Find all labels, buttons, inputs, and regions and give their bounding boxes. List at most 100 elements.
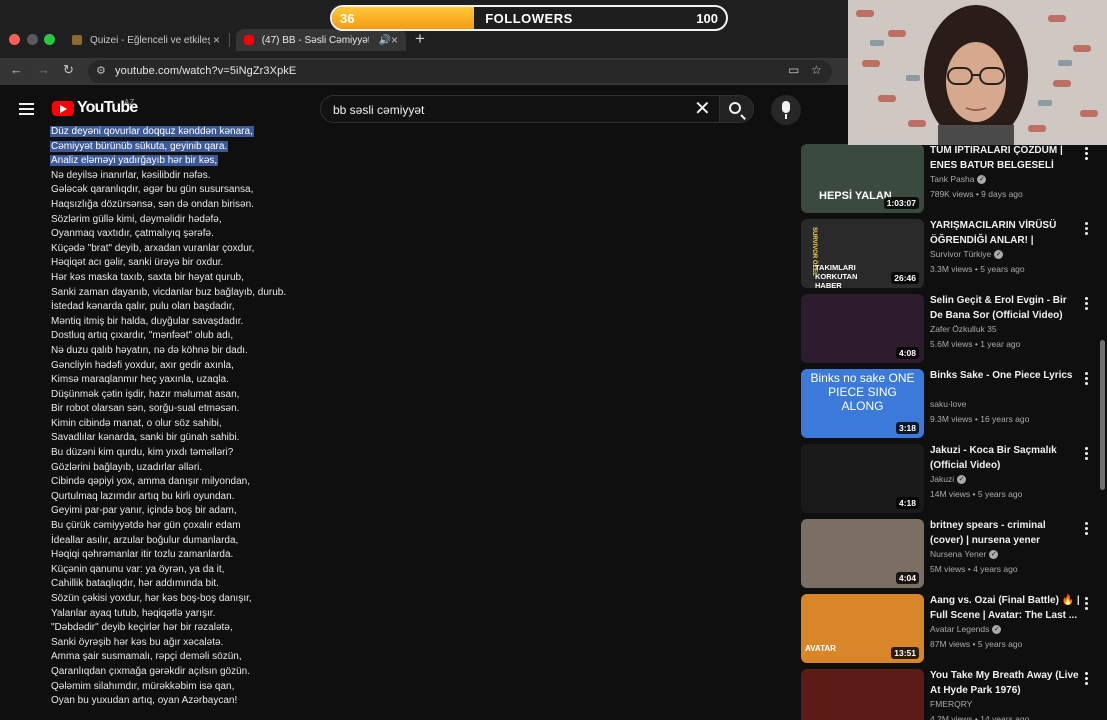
channel-name[interactable]: Survivor Türkiye: [930, 249, 991, 259]
youtube-logo-icon[interactable]: [52, 101, 74, 116]
back-arrow-icon[interactable]: ←: [10, 62, 23, 77]
channel-name-row[interactable]: Jakuzi ✓: [930, 474, 967, 485]
channel-name[interactable]: saku·love: [930, 399, 966, 409]
site-info-icon[interactable]: ⚙: [96, 64, 106, 77]
recommended-video[interactable]: HEPSİ YALAN 1:03:07 TÜM IPTIRALARI ÇÖZDÜM …: [801, 144, 1101, 219]
youtube-favicon-icon: [244, 35, 254, 45]
lyrics-line: Gəncliyin hədəfi yoxdur, axır gedir axın…: [50, 359, 380, 374]
cast-icon[interactable]: ▭: [788, 63, 799, 77]
recommended-video[interactable]: You Take My Breath Away (Live At Hyde Pa…: [801, 669, 1101, 720]
recommendations-list: HEPSİ YALAN 1:03:07 TÜM IPTIRALARI ÇÖZDÜM …: [801, 144, 1101, 720]
lyrics-line-text: Sözlərim güllə kimi, dəyməlidir hədəfə,: [51, 213, 222, 225]
video-duration: 3:18: [895, 422, 919, 434]
channel-name[interactable]: Nursena Yener: [930, 549, 986, 559]
video-duration: 13:51: [891, 647, 919, 659]
channel-name[interactable]: Zafer Özkulluk 35: [930, 324, 997, 334]
recommended-video[interactable]: 4:08 Selin Geçit & Erol Evgin - Bir De Ba…: [801, 294, 1101, 369]
lyrics-line-text: Hər kəs maska taxıb, saxta bir həyat qur…: [51, 271, 244, 283]
video-thumbnail[interactable]: AVATAR 13:51: [801, 594, 924, 663]
channel-name-row[interactable]: saku·love: [930, 399, 966, 409]
channel-name-row[interactable]: Tank Pasha ✓: [930, 174, 987, 185]
audio-playing-icon[interactable]: 🔊: [379, 35, 391, 46]
voice-search-mic-icon[interactable]: [771, 95, 801, 125]
search-button[interactable]: [720, 95, 754, 123]
lyrics-line-text: Savadlılar kənarda, sanki bir günah sahi…: [51, 432, 240, 444]
search-input[interactable]: bb səsli cəmiyyət ✕: [320, 95, 720, 123]
recommended-video[interactable]: 4:04 britney spears - criminal (cover) | …: [801, 519, 1101, 594]
more-options-icon[interactable]: [1085, 447, 1089, 462]
more-options-icon[interactable]: [1085, 297, 1089, 312]
channel-name-row[interactable]: Avatar Legends ✓: [930, 624, 1002, 635]
lyrics-line: Məntiq itmiş bir halda, duyğular savaşda…: [50, 315, 380, 330]
channel-name-row[interactable]: Survivor Türkiye ✓: [930, 249, 1004, 260]
channel-name[interactable]: FMERQRY: [930, 699, 972, 709]
video-title[interactable]: You Take My Breath Away (Live At Hyde Pa…: [930, 669, 1080, 698]
video-title[interactable]: TÜM IPTIRALARI ÇÖZDÜM | ENES BATUR BELGE…: [930, 144, 1080, 173]
channel-name[interactable]: Avatar Legends: [930, 624, 989, 634]
video-thumbnail[interactable]: Binks no sake ONE PIECE SING ALONG 3:18: [801, 369, 924, 438]
video-meta: 4.2M views • 14 years ago: [930, 714, 1030, 720]
lyrics-line-text: Kimsə maraqlanmır heç yaxınla, uzaqla.: [51, 374, 229, 386]
video-title[interactable]: britney spears - criminal (cover) | nurs…: [930, 519, 1080, 548]
video-thumbnail[interactable]: [801, 669, 924, 720]
reload-icon[interactable]: ↻: [63, 62, 74, 78]
recommended-video[interactable]: SURVIVOR ÖZEL TAKIMLARI KORKUTAN HABER 26:…: [801, 219, 1101, 294]
channel-name[interactable]: Jakuzi: [930, 474, 954, 484]
address-bar[interactable]: ⚙ youtube.com/watch?v=5iNgZr3XpkE ▭ ☆: [88, 60, 832, 83]
scrollbar-thumb[interactable]: [1100, 340, 1105, 490]
lyrics-line-text: Geyimi par-par yanır, içində boş bir ada…: [51, 505, 237, 517]
browser-tab-quizei[interactable]: Quizei - Eğlenceli ve etkileşim ×: [66, 29, 226, 51]
window-minimize-button[interactable]: [27, 34, 38, 45]
webcam-feed-image: [848, 0, 1107, 145]
channel-name-row[interactable]: Nursena Yener ✓: [930, 549, 999, 560]
more-options-icon[interactable]: [1085, 672, 1089, 687]
channel-name[interactable]: Tank Pasha: [930, 174, 974, 184]
lyrics-line: Bu düzəni kim qurdu, kim yıxdı təməlləri…: [50, 446, 380, 461]
channel-name-row[interactable]: Zafer Özkulluk 35: [930, 324, 997, 334]
recommended-video[interactable]: 4:18 Jakuzi - Koca Bir Saçmalık (Official…: [801, 444, 1101, 519]
lyrics-line-text: Oyanmaq vaxtıdır, çatmalıyıq şərəfə.: [51, 228, 214, 240]
channel-name-row[interactable]: FMERQRY: [930, 699, 972, 709]
tab-close-icon[interactable]: ×: [213, 33, 220, 47]
video-thumbnail[interactable]: HEPSİ YALAN 1:03:07: [801, 144, 924, 213]
lyrics-line: Oyan bu yuxudan artıq, oyan Azərbaycan!: [50, 694, 380, 709]
video-thumbnail[interactable]: 4:04: [801, 519, 924, 588]
bookmark-star-icon[interactable]: ☆: [811, 63, 822, 77]
video-title[interactable]: Aang vs. Ozai (Final Battle) 🔥 | Full Sc…: [930, 594, 1080, 623]
more-options-icon[interactable]: [1085, 597, 1089, 612]
recommended-video[interactable]: Binks no sake ONE PIECE SING ALONG 3:18 Bi…: [801, 369, 1101, 444]
tab-close-icon[interactable]: ×: [391, 33, 398, 47]
video-title[interactable]: Binks Sake - One Piece Lyrics: [930, 369, 1080, 384]
more-options-icon[interactable]: [1085, 372, 1089, 387]
url-text[interactable]: youtube.com/watch?v=5iNgZr3XpkE: [115, 65, 296, 77]
video-thumbnail[interactable]: SURVIVOR ÖZEL TAKIMLARI KORKUTAN HABER 26:…: [801, 219, 924, 288]
recommended-video[interactable]: AVATAR 13:51 Aang vs. Ozai (Final Battle) …: [801, 594, 1101, 669]
verified-check-icon: ✓: [994, 250, 1004, 260]
lyrics-line-text: Gəncliyin hədəfi yoxdur, axır gedir axın…: [51, 359, 234, 371]
video-title[interactable]: Jakuzi - Koca Bir Saçmalık (Official Vid…: [930, 444, 1080, 473]
lyrics-line: "Dəbdədir" deyib keçirlər hər bir rəzalə…: [50, 621, 380, 636]
followers-goal: 100: [696, 11, 718, 26]
quizei-favicon-icon: [72, 35, 82, 45]
window-maximize-button[interactable]: [44, 34, 55, 45]
clear-search-icon[interactable]: ✕: [694, 97, 711, 121]
lyrics-line-text: Kimin cibində manat, o olur söz sahibi,: [51, 417, 222, 429]
window-close-button[interactable]: [9, 34, 20, 45]
video-thumbnail[interactable]: 4:18: [801, 444, 924, 513]
lyrics-line: Amma şair susmamalı, rəpçi deməli sözün,: [50, 650, 380, 665]
video-thumbnail[interactable]: 4:08: [801, 294, 924, 363]
new-tab-button[interactable]: +: [415, 29, 425, 49]
more-options-icon[interactable]: [1085, 222, 1089, 237]
lyrics-line: Gələcək qaranlıqdır, əgər bu gün susursa…: [50, 183, 380, 198]
lyrics-line: Nə duzu qalıb həyatın, nə də köhnə bir d…: [50, 344, 380, 359]
video-title[interactable]: Selin Geçit & Erol Evgin - Bir De Bana S…: [930, 294, 1080, 323]
more-options-icon[interactable]: [1085, 522, 1089, 537]
video-title[interactable]: YARIŞMACILARIN VİRÜSÜ ÖĞRENDİĞİ ANLAR! |…: [930, 219, 1080, 248]
verified-check-icon: ✓: [992, 625, 1002, 635]
forward-arrow-icon[interactable]: →: [37, 62, 50, 77]
search-query[interactable]: bb səsli cəmiyyət: [333, 103, 424, 117]
lyrics-line: Savadlılar kənarda, sanki bir günah sahi…: [50, 431, 380, 446]
menu-icon[interactable]: [19, 103, 34, 115]
browser-tab-youtube[interactable]: (47) BB - Səsli Cəmiyyət 🔊 ×: [236, 29, 406, 51]
more-options-icon[interactable]: [1085, 147, 1089, 162]
